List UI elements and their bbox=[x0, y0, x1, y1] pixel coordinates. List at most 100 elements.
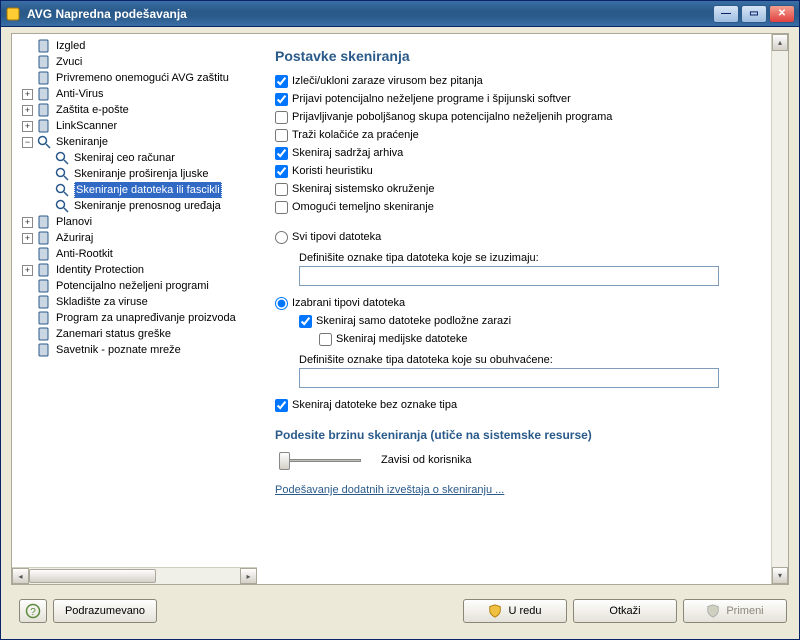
scroll-down-button[interactable]: ▾ bbox=[772, 567, 788, 584]
section-heading-scan: Postavke skeniranja bbox=[275, 48, 753, 64]
tree-item[interactable]: + Zaštita e-pošte bbox=[14, 102, 255, 118]
expand-icon[interactable]: + bbox=[22, 89, 33, 100]
additional-reports-link[interactable]: Podešavanje dodatnih izveštaja o skenira… bbox=[275, 484, 504, 496]
expand-icon[interactable]: + bbox=[22, 105, 33, 116]
help-button[interactable]: ? bbox=[19, 599, 47, 623]
included-types-field[interactable] bbox=[299, 368, 719, 388]
cancel-button[interactable]: Otkaži bbox=[573, 599, 677, 623]
main-area: IzgledZvuciPrivremeno onemogući AVG zašt… bbox=[11, 33, 789, 585]
tree-item[interactable]: Privremeno onemogući AVG zaštitu bbox=[14, 70, 255, 86]
tree-item-label: Zaštita e-pošte bbox=[56, 102, 129, 118]
radio-selected-file-types[interactable] bbox=[275, 297, 288, 310]
chk[interactable] bbox=[275, 201, 288, 214]
maximize-button[interactable]: ▭ bbox=[741, 5, 767, 23]
expand-icon[interactable]: + bbox=[22, 233, 33, 244]
radio-row-selected-file-types[interactable]: Izabrani tipovi datoteka bbox=[275, 294, 753, 312]
radio-row-all-file-types[interactable]: Svi tipovi datoteka bbox=[275, 228, 753, 246]
tree-item-label: Program za unapređivanje proizvoda bbox=[56, 310, 236, 326]
tree-item[interactable]: Anti-Rootkit bbox=[14, 246, 255, 262]
tree-item[interactable]: Skeniranje prenosnog uređaja bbox=[14, 198, 255, 214]
radio-label-all-file-types: Svi tipovi datoteka bbox=[292, 231, 381, 243]
chk[interactable] bbox=[275, 165, 288, 178]
expand-icon[interactable]: + bbox=[22, 217, 33, 228]
scroll-track-v[interactable] bbox=[772, 51, 788, 567]
expand-icon[interactable]: + bbox=[22, 121, 33, 132]
chk-row[interactable]: Skeniraj sistemsko okruženje bbox=[275, 180, 753, 198]
default-button[interactable]: Podrazumevano bbox=[53, 599, 157, 623]
expand-icon[interactable]: + bbox=[22, 265, 33, 276]
help-icon: ? bbox=[25, 603, 41, 619]
chk[interactable] bbox=[275, 147, 288, 160]
chk-row[interactable]: Traži kolačiće za praćenje bbox=[275, 126, 753, 144]
scan-speed-row: Zavisi od korisnika bbox=[275, 450, 753, 470]
tree-item-label: Identity Protection bbox=[56, 262, 144, 278]
chk-row[interactable]: Skeniraj sadržaj arhiva bbox=[275, 144, 753, 162]
tree-item[interactable]: Potencijalno neželjeni programi bbox=[14, 278, 255, 294]
radio-all-file-types[interactable] bbox=[275, 231, 288, 244]
tree-item[interactable]: Skeniraj ceo računar bbox=[14, 150, 255, 166]
tree-h-scrollbar[interactable]: ◂ ▸ bbox=[12, 567, 257, 584]
tree-item-label: Skeniranje prenosnog uređaja bbox=[74, 198, 221, 214]
chk[interactable] bbox=[275, 183, 288, 196]
chk-row[interactable]: Omogući temeljno skeniranje bbox=[275, 198, 753, 216]
chk-row-no-extension[interactable]: Skeniraj datoteke bez oznake tipa bbox=[275, 396, 753, 414]
chk[interactable] bbox=[275, 129, 288, 142]
chk-label-scan-prone: Skeniraj samo datoteke podložne zarazi bbox=[316, 315, 511, 327]
nav-tree[interactable]: IzgledZvuciPrivremeno onemogući AVG zašt… bbox=[12, 34, 257, 567]
excluded-types-label: Definišite oznake tipa datoteka koje se … bbox=[299, 252, 753, 264]
apply-button[interactable]: Primeni bbox=[683, 599, 787, 623]
included-types-label: Definišite oznake tipa datoteka koje su … bbox=[299, 354, 753, 366]
tree-item[interactable]: Izgled bbox=[14, 38, 255, 54]
chk-row[interactable]: Prijavljivanje poboljšanog skupa potenci… bbox=[275, 108, 753, 126]
chk-row[interactable]: Koristi heuristiku bbox=[275, 162, 753, 180]
minimize-button[interactable]: — bbox=[713, 5, 739, 23]
tree-item-label: Skeniraj ceo računar bbox=[74, 150, 175, 166]
tree-item[interactable]: Skeniranje datoteka ili fascikli bbox=[14, 182, 255, 198]
tree-item[interactable]: − Skeniranje bbox=[14, 134, 255, 150]
scroll-track[interactable] bbox=[29, 568, 240, 584]
chk-row[interactable]: Izleči/ukloni zaraze virusom bez pitanja bbox=[275, 72, 753, 90]
section-heading-speed: Podesite brzinu skeniranja (utiče na sis… bbox=[275, 428, 753, 442]
tree-item-label: Anti-Virus bbox=[56, 86, 103, 102]
right-panel: Postavke skeniranja Izleči/ukloni zaraze… bbox=[257, 34, 788, 584]
chk-no-extension[interactable] bbox=[275, 399, 288, 412]
scroll-thumb[interactable] bbox=[29, 569, 156, 583]
scan-speed-slider[interactable] bbox=[275, 450, 365, 470]
tree-item[interactable]: Zvuci bbox=[14, 54, 255, 70]
scroll-up-button[interactable]: ▴ bbox=[772, 34, 788, 51]
tree-item[interactable]: Savetnik - poznate mreže bbox=[14, 342, 255, 358]
scroll-right-button[interactable]: ▸ bbox=[240, 568, 257, 584]
chk-scan-media[interactable] bbox=[319, 333, 332, 346]
tree-item[interactable]: + LinkScanner bbox=[14, 118, 255, 134]
chk[interactable] bbox=[275, 111, 288, 124]
tree-item[interactable]: Zanemari status greške bbox=[14, 326, 255, 342]
chk[interactable] bbox=[275, 93, 288, 106]
close-button[interactable]: ✕ bbox=[769, 5, 795, 23]
chk-row-scan-prone[interactable]: Skeniraj samo datoteke podložne zarazi bbox=[299, 312, 753, 330]
tree-item[interactable]: Skeniranje proširenja ljuske bbox=[14, 166, 255, 182]
tree-item[interactable]: +Planovi bbox=[14, 214, 255, 230]
chk-scan-prone[interactable] bbox=[299, 315, 312, 328]
titlebar: AVG Napredna podešavanja — ▭ ✕ bbox=[1, 1, 799, 27]
tree-item[interactable]: + Anti-Virus bbox=[14, 86, 255, 102]
chk-row[interactable]: Prijavi potencijalno neželjene programe … bbox=[275, 90, 753, 108]
tree-item-label: Potencijalno neželjeni programi bbox=[56, 278, 209, 294]
chk-label: Izleči/ukloni zaraze virusom bez pitanja bbox=[292, 75, 483, 87]
tree-item[interactable]: + Identity Protection bbox=[14, 262, 255, 278]
tree-item-label: Skeniranje bbox=[56, 134, 108, 150]
chk-row-scan-media[interactable]: Skeniraj medijske datoteke bbox=[319, 330, 753, 348]
app-icon bbox=[5, 6, 21, 22]
collapse-icon[interactable]: − bbox=[22, 137, 33, 148]
content-v-scrollbar[interactable]: ▴ ▾ bbox=[771, 34, 788, 584]
chk[interactable] bbox=[275, 75, 288, 88]
ok-button[interactable]: U redu bbox=[463, 599, 567, 623]
tree-item[interactable]: Skladište za viruse bbox=[14, 294, 255, 310]
tree-item-label: LinkScanner bbox=[56, 118, 117, 134]
chk-label: Koristi heuristiku bbox=[292, 165, 373, 177]
excluded-types-field[interactable] bbox=[299, 266, 719, 286]
tree-item[interactable]: +Ažuriraj bbox=[14, 230, 255, 246]
tree-item-label: Anti-Rootkit bbox=[56, 246, 113, 262]
scroll-left-button[interactable]: ◂ bbox=[12, 568, 29, 584]
tree-item[interactable]: Program za unapređivanje proizvoda bbox=[14, 310, 255, 326]
footer: ? Podrazumevano U redu Otkaži Primeni bbox=[11, 585, 789, 629]
